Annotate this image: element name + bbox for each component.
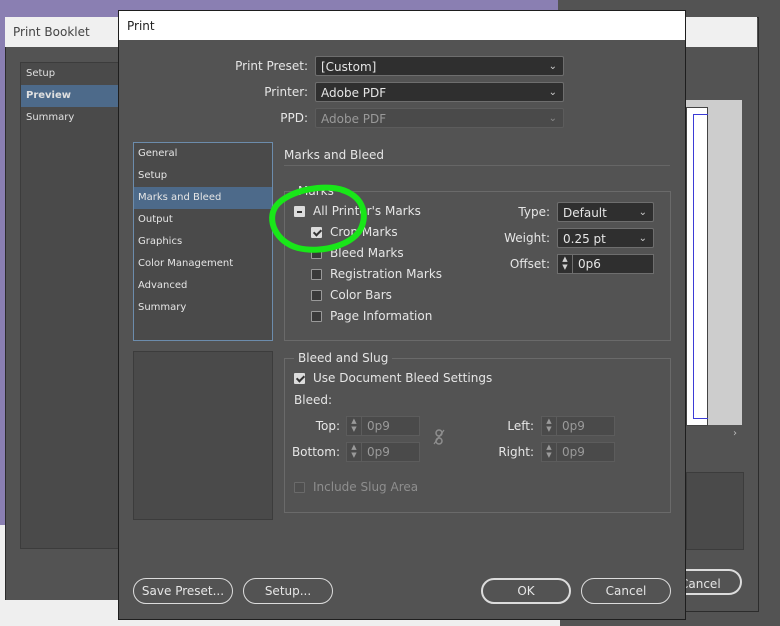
category-summary[interactable]: Summary — [134, 297, 272, 319]
setup-button[interactable]: Setup... — [243, 578, 333, 604]
booklet-cancel-label: Cancel — [680, 577, 721, 591]
chevron-down-icon: ⌄ — [638, 233, 647, 244]
chain-link-broken-icon[interactable] — [433, 429, 445, 449]
preview-scroll-arrow-icon[interactable]: › — [733, 428, 737, 439]
type-select[interactable]: Default ⌄ — [557, 202, 654, 222]
bleed-top-label: Top: — [315, 419, 340, 433]
bleed-left-label: Left: — [507, 419, 534, 433]
page-information-label: Page Information — [330, 309, 433, 323]
use-document-bleed-label: Use Document Bleed Settings — [313, 371, 493, 385]
category-general[interactable]: General — [134, 143, 272, 165]
category-advanced[interactable]: Advanced — [134, 275, 272, 297]
ppd-value: Adobe PDF — [321, 112, 387, 126]
type-value: Default — [563, 206, 607, 220]
include-slug-label: Include Slug Area — [313, 480, 419, 494]
print-preset-value: [Custom] — [321, 60, 377, 74]
booklet-nav-summary[interactable]: Summary — [21, 107, 119, 129]
category-color-management[interactable]: Color Management — [134, 253, 272, 275]
ppd-label: PPD: — [280, 111, 308, 125]
page-information-checkbox[interactable] — [311, 311, 322, 322]
stepper-arrows-icon[interactable]: ▲ ▼ — [542, 417, 557, 435]
printer-label: Printer: — [264, 85, 308, 99]
booklet-cancel-button[interactable]: Cancel — [680, 569, 742, 595]
bleed-label: Bleed: — [294, 393, 332, 407]
print-booklet-title: Print Booklet — [5, 17, 118, 47]
category-setup[interactable]: Setup — [134, 165, 272, 187]
print-preset-label: Print Preset: — [235, 59, 308, 73]
chevron-down-icon: ⌄ — [638, 207, 647, 218]
offset-value: 0p6 — [578, 257, 601, 271]
color-bars-label: Color Bars — [330, 288, 392, 302]
printer-select[interactable]: Adobe PDF ⌄ — [315, 82, 564, 102]
bleed-bottom-stepper[interactable]: ▲ ▼ 0p9 — [346, 442, 420, 462]
booklet-preview-page — [686, 107, 708, 426]
save-preset-button[interactable]: Save Preset... — [133, 578, 233, 604]
chevron-down-icon: ⌄ — [548, 61, 557, 72]
stepper-arrows-icon[interactable]: ▲ ▼ — [542, 443, 557, 461]
cancel-button[interactable]: Cancel — [581, 578, 671, 604]
stepper-arrows-icon[interactable]: ▲ ▼ — [347, 417, 362, 435]
stepper-arrows-icon[interactable]: ▲ ▼ — [347, 443, 362, 461]
offset-label: Offset: — [509, 257, 550, 271]
green-circle-annotation — [269, 184, 367, 253]
booklet-preview-info — [686, 472, 744, 550]
weight-label: Weight: — [504, 231, 550, 245]
bleed-top-stepper[interactable]: ▲ ▼ 0p9 — [346, 416, 420, 436]
bleed-top-value: 0p9 — [367, 419, 390, 433]
category-graphics[interactable]: Graphics — [134, 231, 272, 253]
category-output[interactable]: Output — [134, 209, 272, 231]
color-bars-checkbox[interactable] — [311, 290, 322, 301]
bleed-left-value: 0p9 — [562, 419, 585, 433]
booklet-nav-preview[interactable]: Preview — [21, 85, 119, 107]
bleed-right-stepper[interactable]: ▲ ▼ 0p9 — [541, 442, 615, 462]
print-preset-select[interactable]: [Custom] ⌄ — [315, 56, 564, 76]
type-label: Type: — [518, 205, 550, 219]
background-desktop-left-edge — [0, 525, 5, 626]
ok-button[interactable]: OK — [481, 578, 571, 604]
print-dialog-title: Print — [118, 10, 686, 40]
category-marks-and-bleed[interactable]: Marks and Bleed — [134, 187, 272, 209]
chevron-down-icon: ⌄ — [548, 113, 557, 124]
bleed-right-value: 0p9 — [562, 445, 585, 459]
print-booklet-nav: Setup Preview Summary — [20, 62, 120, 549]
ppd-select: Adobe PDF ⌄ — [315, 108, 564, 128]
bleed-left-stepper[interactable]: ▲ ▼ 0p9 — [541, 416, 615, 436]
stepper-arrows-icon[interactable]: ▲ ▼ — [558, 255, 573, 273]
bleed-slug-group-title: Bleed and Slug — [294, 351, 393, 365]
weight-select[interactable]: 0.25 pt ⌄ — [557, 228, 654, 248]
offset-stepper[interactable]: ▲ ▼ 0p6 — [557, 254, 654, 274]
print-preview-thumbnail — [133, 351, 273, 520]
chevron-down-icon: ⌄ — [548, 87, 557, 98]
use-document-bleed-checkbox[interactable] — [294, 373, 305, 384]
print-category-list: General Setup Marks and Bleed Output Gra… — [133, 142, 273, 341]
weight-value: 0.25 pt — [563, 232, 606, 246]
booklet-nav-setup[interactable]: Setup — [21, 63, 119, 85]
print-booklet-titlebar — [686, 17, 757, 47]
registration-marks-label: Registration Marks — [330, 267, 443, 281]
bleed-bottom-label: Bottom: — [291, 445, 340, 459]
printer-value: Adobe PDF — [321, 86, 387, 100]
include-slug-checkbox[interactable] — [294, 482, 305, 493]
section-divider — [284, 165, 670, 166]
registration-marks-checkbox[interactable] — [311, 269, 322, 280]
section-title: Marks and Bleed — [284, 148, 384, 162]
bleed-bottom-value: 0p9 — [367, 445, 390, 459]
bleed-right-label: Right: — [498, 445, 534, 459]
